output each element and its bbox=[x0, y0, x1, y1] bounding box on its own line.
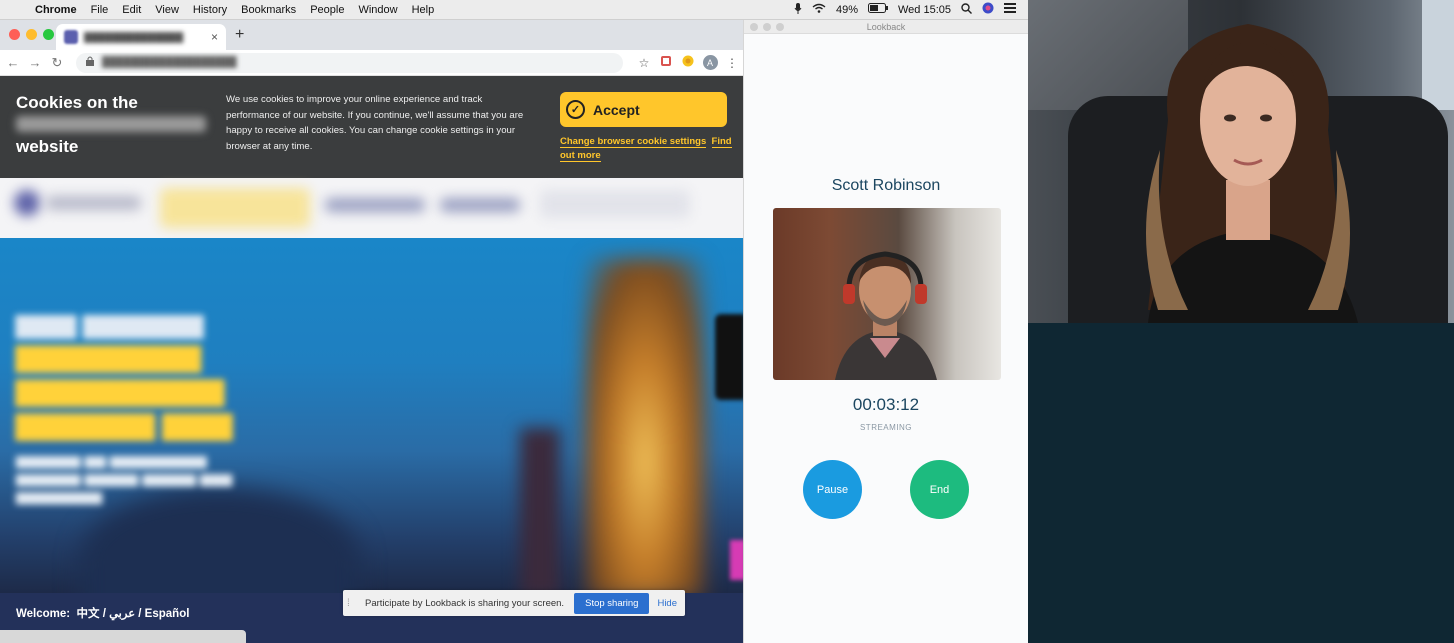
change-cookie-settings-link[interactable]: Change browser cookie settings bbox=[560, 136, 707, 148]
menubar-status-area: 49% Wed 15:05 bbox=[794, 2, 1028, 17]
microphone-icon[interactable] bbox=[794, 2, 802, 17]
cookie-body-text: We use cookies to improve your online ex… bbox=[226, 94, 524, 152]
background-window bbox=[1422, 0, 1454, 110]
hide-share-bar-link[interactable]: Hide bbox=[657, 598, 677, 609]
browser-menu-icon[interactable]: ⋮ bbox=[721, 56, 743, 70]
menubar-clock[interactable]: Wed 15:05 bbox=[898, 4, 951, 16]
minimize-window-icon[interactable] bbox=[26, 29, 37, 40]
tab-favicon-icon bbox=[64, 30, 78, 44]
cookie-links: Change browser cookie settings Find out … bbox=[560, 135, 732, 163]
bookmark-star-icon[interactable]: ☆ bbox=[633, 56, 655, 70]
back-arrow-icon[interactable]: ← bbox=[4, 55, 22, 70]
chrome-browser-window: ██████████████ × + ← → ↻ ███████████████… bbox=[0, 20, 743, 643]
about-nav-link[interactable] bbox=[440, 198, 520, 212]
siri-icon[interactable] bbox=[982, 2, 994, 17]
lookback-window-title: Lookback bbox=[866, 22, 906, 32]
accept-label: Accept bbox=[593, 101, 640, 118]
hero-image-blurred: ▆▆▆ ▆▆▆▆▆▆ ▆▆▆▆▆▆▆▆ ▆▆▆▆▆▆▆▆▆ ▆▆▆▆▆▆ ▆▆▆ ▆… bbox=[0, 238, 743, 593]
horizontal-scrollbar[interactable] bbox=[0, 630, 246, 643]
pause-button[interactable]: Pause bbox=[803, 460, 862, 519]
battery-percent[interactable]: 49% bbox=[836, 4, 858, 16]
tab-title-blurred: ██████████████ bbox=[84, 31, 184, 43]
research-nav-link[interactable] bbox=[325, 198, 425, 212]
menu-file[interactable]: File bbox=[84, 4, 116, 16]
lock-icon bbox=[86, 56, 94, 69]
lookback-zoom-icon[interactable] bbox=[776, 23, 784, 31]
lookback-titlebar: Lookback bbox=[744, 20, 1028, 34]
empty-video-panel bbox=[1028, 323, 1454, 643]
menu-window[interactable]: Window bbox=[351, 4, 404, 16]
menu-people[interactable]: People bbox=[303, 4, 351, 16]
cookie-title-line3: website bbox=[16, 137, 79, 156]
address-bar[interactable]: ███████████████████ bbox=[76, 52, 623, 73]
hero-text-blurred: ▆▆▆ ▆▆▆▆▆▆ ▆▆▆▆▆▆▆▆ ▆▆▆▆▆▆▆▆▆ ▆▆▆▆▆▆ ▆▆▆ ▆… bbox=[16, 308, 233, 504]
mac-menu-bar: Chrome File Edit View History Bookmarks … bbox=[0, 0, 1028, 20]
tab-strip: ██████████████ × + bbox=[0, 20, 743, 50]
stop-sharing-button[interactable]: Stop sharing bbox=[574, 592, 650, 614]
end-button[interactable]: End bbox=[910, 460, 969, 519]
session-timer: 00:03:12 bbox=[852, 395, 920, 414]
participant-video bbox=[773, 208, 1001, 380]
pink-side-tab[interactable] bbox=[730, 540, 743, 580]
site-header-blurred bbox=[0, 178, 743, 238]
tab-close-icon[interactable]: × bbox=[211, 30, 218, 44]
menu-app-name[interactable]: Chrome bbox=[28, 4, 84, 16]
participant-name: Scott Robinson bbox=[831, 177, 941, 194]
site-logo-icon bbox=[14, 190, 40, 216]
hero-spire-shape bbox=[520, 428, 560, 593]
notification-center-icon[interactable] bbox=[1004, 3, 1016, 16]
welcome-label: Welcome: bbox=[16, 608, 71, 620]
cookie-banner: Cookies on the website We use cookies to… bbox=[0, 76, 743, 178]
extension-icon[interactable] bbox=[655, 55, 677, 70]
accept-cookies-button[interactable]: ✓ Accept bbox=[560, 92, 727, 127]
feedback-side-tab[interactable] bbox=[715, 314, 743, 400]
forward-arrow-icon[interactable]: → bbox=[26, 55, 44, 70]
site-logo-text-blurred bbox=[46, 196, 141, 210]
lookback-minimize-icon[interactable] bbox=[763, 23, 771, 31]
window-traffic-lights bbox=[9, 29, 54, 40]
cookie-title-blurred-line bbox=[16, 116, 206, 132]
profile-avatar[interactable]: A bbox=[699, 55, 721, 71]
close-window-icon[interactable] bbox=[9, 29, 20, 40]
lookback-extension-icon[interactable] bbox=[677, 55, 699, 70]
lookback-close-icon[interactable] bbox=[750, 23, 758, 31]
lookback-traffic-lights bbox=[750, 23, 784, 31]
menu-help[interactable]: Help bbox=[405, 4, 442, 16]
battery-icon[interactable] bbox=[867, 3, 888, 16]
lookback-window: Lookback Scott Robinson 00:03:12 STREAMI… bbox=[743, 20, 1028, 643]
browser-toolbar: ← → ↻ ███████████████████ ☆ A ⋮ bbox=[0, 50, 743, 76]
address-url-blurred: ███████████████████ bbox=[102, 57, 237, 68]
menu-history[interactable]: History bbox=[186, 4, 234, 16]
screen-share-notification: ⁞ Participate by Lookback is sharing you… bbox=[343, 590, 685, 616]
participant-figure bbox=[835, 251, 937, 380]
menu-view[interactable]: View bbox=[148, 4, 186, 16]
share-message: Participate by Lookback is sharing your … bbox=[365, 597, 565, 609]
zoom-window-icon[interactable] bbox=[43, 29, 54, 40]
new-tab-icon[interactable]: + bbox=[235, 26, 244, 44]
wifi-icon[interactable] bbox=[812, 3, 826, 16]
reload-icon[interactable]: ↻ bbox=[48, 55, 66, 71]
hero-tower-shape bbox=[585, 258, 705, 593]
cookie-title-line1: Cookies on the bbox=[16, 93, 138, 112]
browser-tab-active[interactable]: ██████████████ × bbox=[56, 24, 226, 50]
study-nav-button[interactable] bbox=[160, 188, 310, 228]
menu-bookmarks[interactable]: Bookmarks bbox=[234, 4, 303, 16]
spotlight-search-icon[interactable] bbox=[961, 2, 972, 17]
facilitator-webcam-feed bbox=[1028, 0, 1454, 323]
language-links[interactable]: 中文 / عربي / Español bbox=[77, 608, 190, 620]
site-search-field[interactable] bbox=[540, 190, 690, 218]
facilitator-figure bbox=[1145, 24, 1358, 323]
drag-handle-icon[interactable]: ⁞ bbox=[347, 598, 357, 609]
checkmark-icon: ✓ bbox=[566, 100, 585, 119]
streaming-status: STREAMING bbox=[859, 423, 913, 432]
menu-edit[interactable]: Edit bbox=[115, 4, 148, 16]
